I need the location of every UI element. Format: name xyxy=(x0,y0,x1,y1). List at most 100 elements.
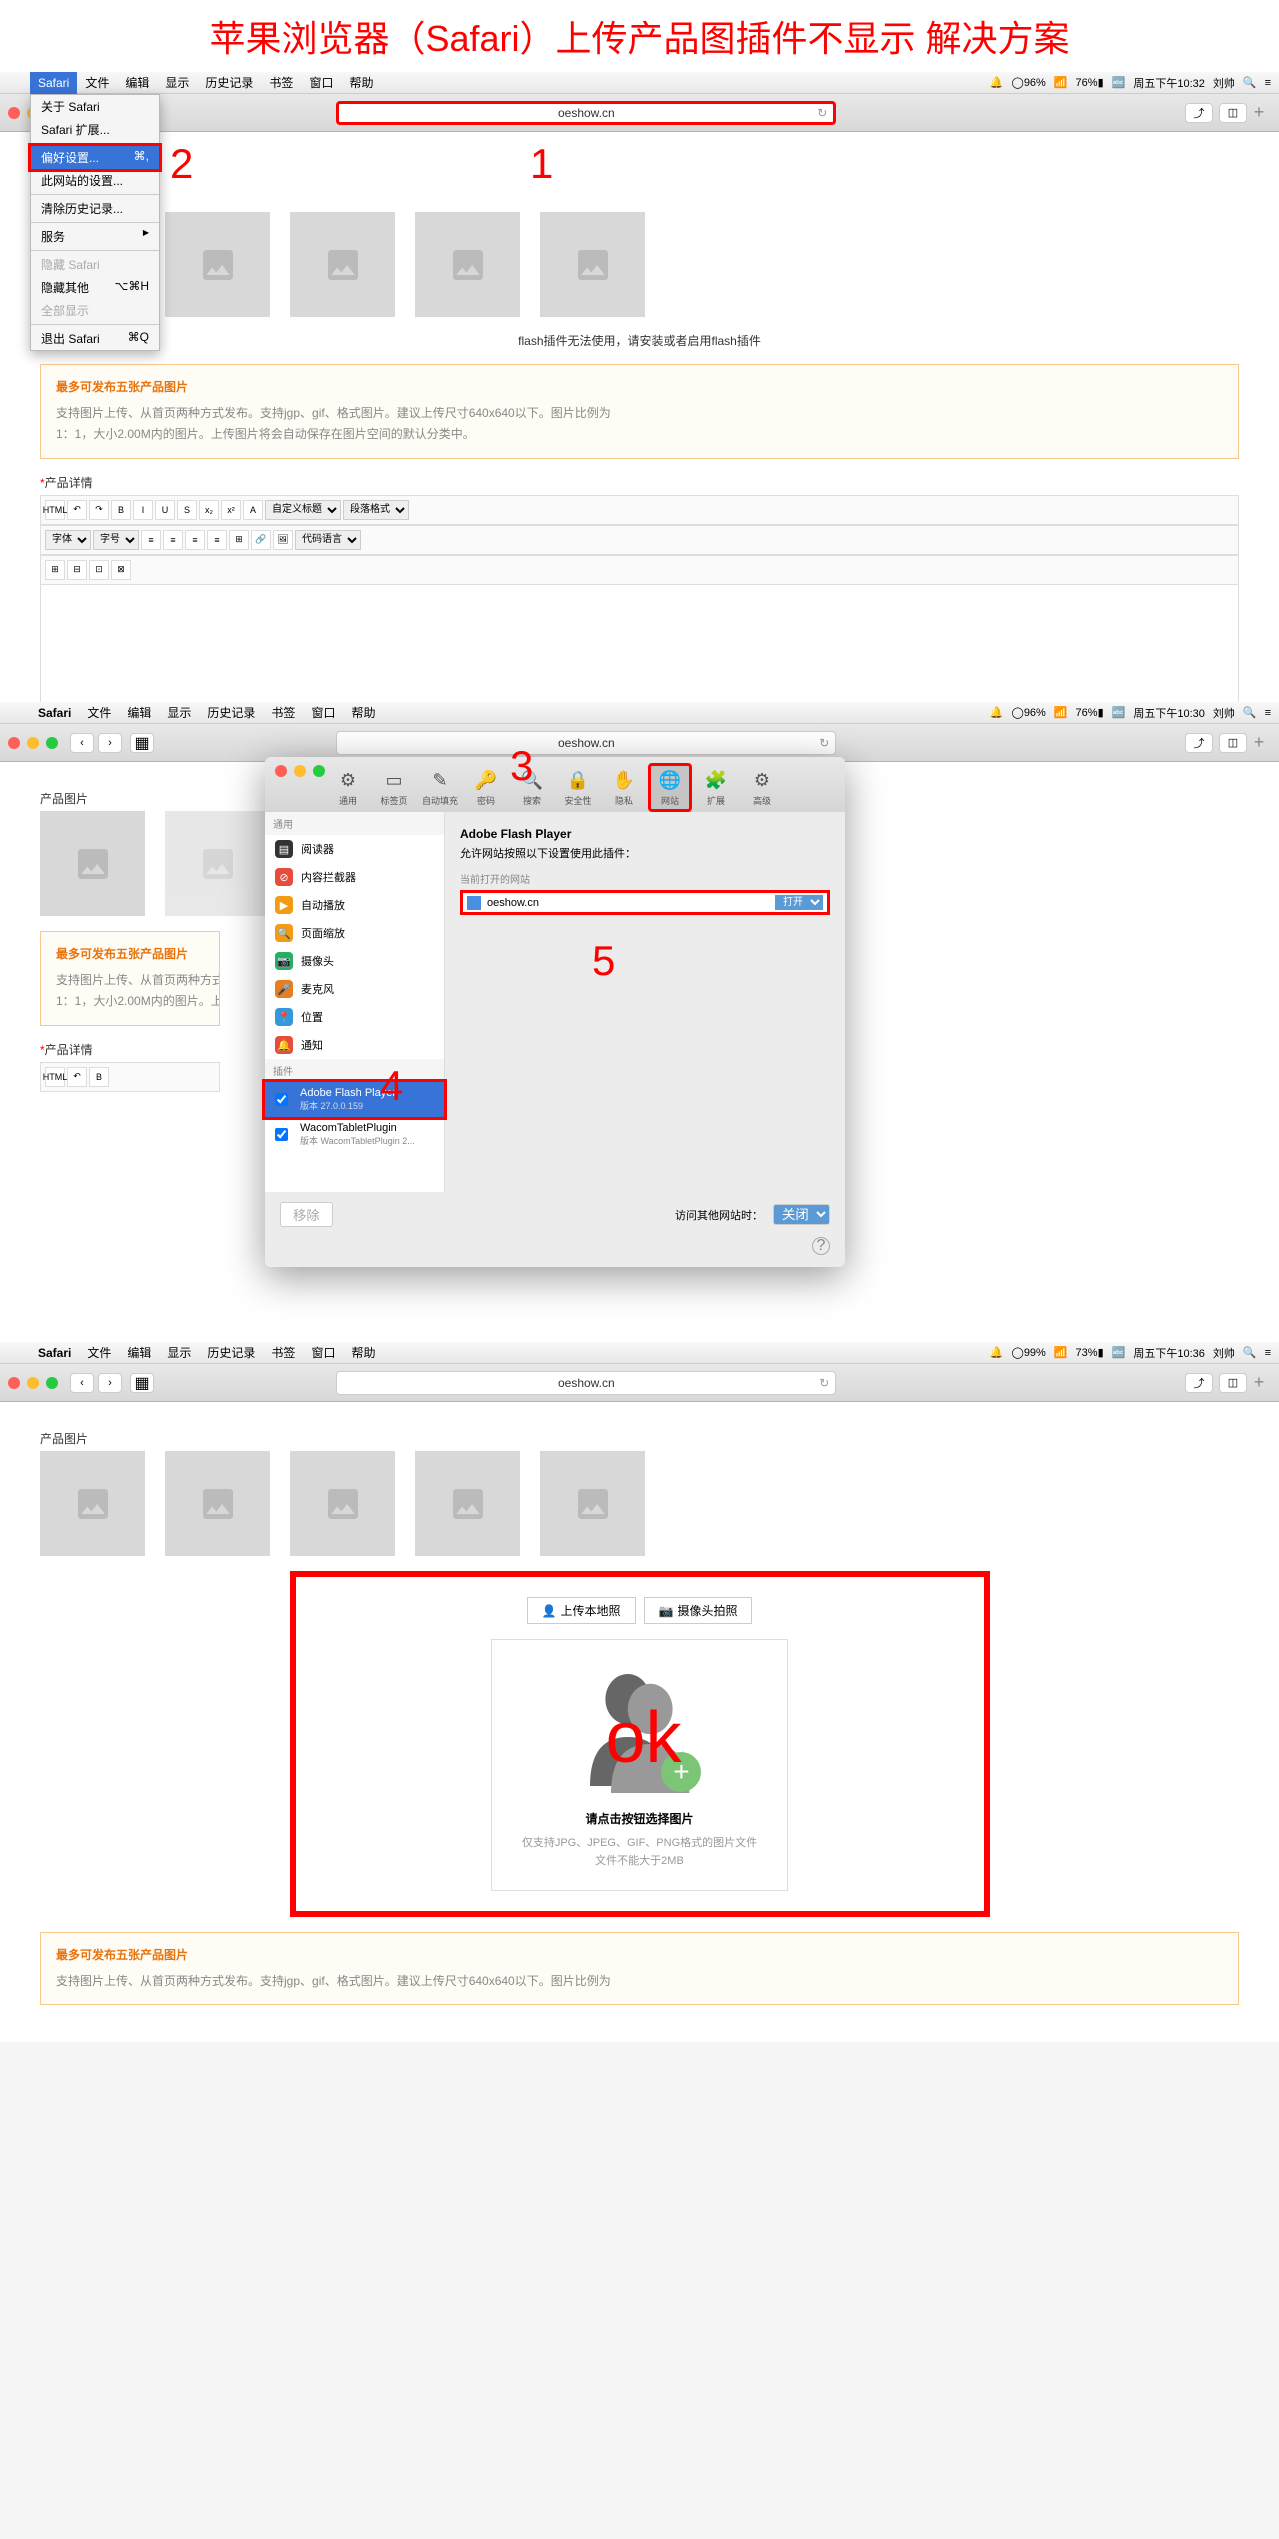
image-placeholder[interactable] xyxy=(540,212,645,317)
share-button[interactable]: ⤴ xyxy=(1185,103,1213,123)
menu-edit[interactable]: 编辑 xyxy=(119,702,159,724)
prefs-tab-general[interactable]: ⚙通用 xyxy=(326,766,370,809)
ed-font-select[interactable]: 字体 xyxy=(45,530,91,550)
maximize-window-icon[interactable] xyxy=(46,737,58,749)
close-window-icon[interactable] xyxy=(8,107,20,119)
menu-history[interactable]: 历史记录 xyxy=(199,702,263,724)
share-button[interactable]: ⤴ xyxy=(1185,733,1213,753)
image-placeholder[interactable] xyxy=(290,1451,395,1556)
sidebar-item-reader[interactable]: ▤阅读器 xyxy=(265,835,444,863)
ed-size-select[interactable]: 字号 xyxy=(93,530,139,550)
search-icon[interactable]: 🔍 xyxy=(1243,1346,1257,1359)
menu-edit[interactable]: 编辑 xyxy=(119,1342,159,1364)
image-placeholder[interactable] xyxy=(540,1451,645,1556)
menu-edit[interactable]: 编辑 xyxy=(117,72,157,94)
menu-window[interactable]: 窗口 xyxy=(301,72,341,94)
upload-tab-camera[interactable]: 📷摄像头拍照 xyxy=(644,1597,753,1624)
menu-safari[interactable]: Safari xyxy=(30,72,77,94)
ed-btn[interactable]: ↶ xyxy=(67,1067,87,1087)
input-source-icon[interactable]: 🔤 xyxy=(1112,1346,1126,1359)
ed-btn[interactable]: ⊟ xyxy=(67,560,87,580)
wifi-icon[interactable]: 📶 xyxy=(1054,76,1068,89)
input-source-icon[interactable]: 🔤 xyxy=(1112,76,1126,89)
wifi-icon[interactable]: 📶 xyxy=(1054,706,1068,719)
close-window-icon[interactable] xyxy=(8,1377,20,1389)
prefs-tab-security[interactable]: 🔒安全性 xyxy=(556,766,600,809)
image-placeholder[interactable] xyxy=(40,811,145,916)
menu-icon[interactable]: ≡ xyxy=(1265,1347,1271,1359)
upload-tab-local[interactable]: 👤上传本地照 xyxy=(527,1597,636,1624)
sidebar-item-flash-plugin[interactable]: Adobe Flash Player版本 27.0.0.159 xyxy=(262,1079,447,1120)
image-placeholder[interactable] xyxy=(165,1451,270,1556)
username[interactable]: 刘帅 xyxy=(1213,75,1235,91)
tabs-button[interactable]: ◫ xyxy=(1219,733,1247,753)
ed-custom-title-select[interactable]: 自定义标题 xyxy=(265,500,341,520)
ed-btn[interactable]: ≡ xyxy=(141,530,161,550)
image-placeholder[interactable] xyxy=(415,212,520,317)
ed-underline-button[interactable]: U xyxy=(155,500,175,520)
notification-icon[interactable]: 🔔 xyxy=(990,1346,1004,1359)
prefs-tab-privacy[interactable]: ✋隐私 xyxy=(602,766,646,809)
menu-bookmarks[interactable]: 书签 xyxy=(261,72,301,94)
url-bar[interactable]: oeshow.cn↻ xyxy=(336,731,836,755)
image-placeholder[interactable] xyxy=(290,212,395,317)
ed-btn[interactable]: ≡ xyxy=(207,530,227,550)
remove-button[interactable]: 移除 xyxy=(280,1202,333,1227)
menu-icon[interactable]: ≡ xyxy=(1265,707,1271,719)
dd-services[interactable]: 服务 xyxy=(31,225,159,248)
ed-redo-button[interactable]: ↷ xyxy=(89,500,109,520)
prefs-tab-extensions[interactable]: 🧩扩展 xyxy=(694,766,738,809)
dd-site-settings[interactable]: 此网站的设置... xyxy=(31,169,159,192)
image-placeholder[interactable] xyxy=(40,1451,145,1556)
search-icon[interactable]: 🔍 xyxy=(1243,706,1257,719)
dd-clear-history[interactable]: 清除历史记录... xyxy=(31,197,159,220)
ed-btn[interactable]: ⊞ xyxy=(229,530,249,550)
plugin-enable-checkbox[interactable] xyxy=(275,1128,288,1141)
notification-icon[interactable]: 🔔 xyxy=(990,76,1004,89)
prefs-tab-autofill[interactable]: ✎自动填充 xyxy=(418,766,462,809)
dd-about-safari[interactable]: 关于 Safari xyxy=(31,95,159,118)
new-tab-button[interactable]: + xyxy=(1247,731,1271,755)
new-tab-button[interactable]: + xyxy=(1247,101,1271,125)
forward-button[interactable]: › xyxy=(98,733,122,753)
url-bar[interactable]: oeshow.cn↻ xyxy=(336,101,836,125)
dd-hide-others[interactable]: 隐藏其他⌥⌘H xyxy=(31,276,159,299)
ed-btn[interactable]: ⊞ xyxy=(45,560,65,580)
ed-btn[interactable]: ≡ xyxy=(185,530,205,550)
menu-history[interactable]: 历史记录 xyxy=(199,1342,263,1364)
ed-btn[interactable]: 🔗 xyxy=(251,530,271,550)
dd-preferences[interactable]: 偏好设置...⌘, xyxy=(28,143,162,172)
minimize-window-icon[interactable] xyxy=(27,1377,39,1389)
sidebar-button[interactable]: ▦ xyxy=(130,733,154,753)
back-button[interactable]: ‹ xyxy=(70,1373,94,1393)
minimize-window-icon[interactable] xyxy=(27,737,39,749)
ed-btn[interactable]: B xyxy=(89,1067,109,1087)
prefs-tab-tabs[interactable]: ▭标签页 xyxy=(372,766,416,809)
sidebar-item-content-blocker[interactable]: ⊘内容拦截器 xyxy=(265,863,444,891)
ed-bold-button[interactable]: B xyxy=(111,500,131,520)
menu-bookmarks[interactable]: 书签 xyxy=(263,702,303,724)
menu-help[interactable]: 帮助 xyxy=(343,1342,383,1364)
ed-btn[interactable]: HTML xyxy=(45,1067,65,1087)
ed-color-button[interactable]: A xyxy=(243,500,263,520)
dd-extensions[interactable]: Safari 扩展... xyxy=(31,118,159,141)
url-bar[interactable]: oeshow.cn↻ xyxy=(336,1371,836,1395)
help-icon[interactable]: ? xyxy=(812,1237,830,1255)
new-tab-button[interactable]: + xyxy=(1247,1371,1271,1395)
sidebar-item-zoom[interactable]: 🔍页面缩放 xyxy=(265,919,444,947)
image-placeholder[interactable] xyxy=(165,212,270,317)
menu-view[interactable]: 显示 xyxy=(157,72,197,94)
tabs-button[interactable]: ◫ xyxy=(1219,103,1247,123)
refresh-icon[interactable]: ↻ xyxy=(819,736,829,750)
username[interactable]: 刘帅 xyxy=(1213,1345,1235,1361)
menu-safari[interactable]: Safari xyxy=(30,1342,79,1364)
image-placeholder[interactable] xyxy=(415,1451,520,1556)
notification-icon[interactable]: 🔔 xyxy=(990,706,1004,719)
sidebar-item-microphone[interactable]: 🎤麦克风 xyxy=(265,975,444,1003)
menu-window[interactable]: 窗口 xyxy=(303,702,343,724)
search-icon[interactable]: 🔍 xyxy=(1243,76,1257,89)
tabs-button[interactable]: ◫ xyxy=(1219,1373,1247,1393)
menu-help[interactable]: 帮助 xyxy=(343,702,383,724)
site-permission-select[interactable]: 打开 xyxy=(775,895,823,910)
menu-file[interactable]: 文件 xyxy=(79,702,119,724)
